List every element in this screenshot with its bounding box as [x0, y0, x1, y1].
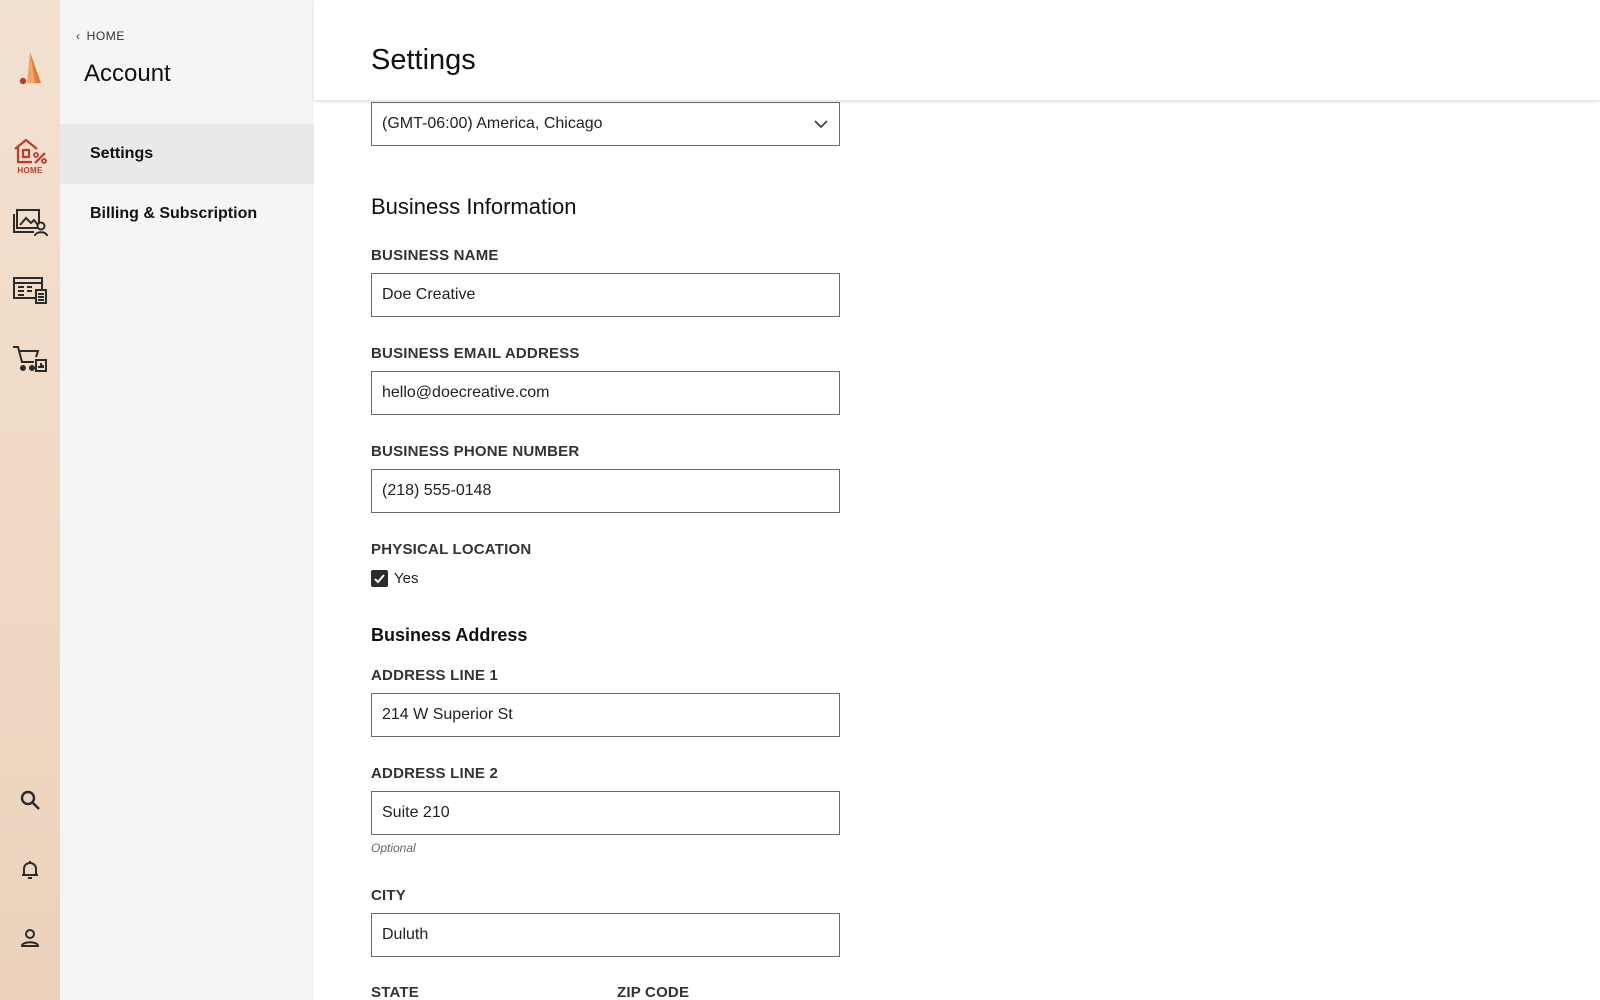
city-label: CITY: [371, 887, 406, 904]
city-input[interactable]: [371, 913, 840, 957]
icon-rail: HOME: [0, 0, 60, 1000]
address-line1-input[interactable]: [371, 693, 840, 737]
business-phone-input[interactable]: [371, 469, 840, 513]
chevron-left-icon: ‹: [76, 29, 81, 43]
search-icon: [19, 789, 41, 811]
physical-location-option-label: Yes: [394, 570, 419, 587]
home-nav-button[interactable]: HOME: [0, 134, 60, 178]
search-nav-button[interactable]: [0, 786, 60, 814]
address-line2-label: ADDRESS LINE 2: [371, 765, 498, 782]
home-icon: [12, 137, 48, 165]
home-rail-label: HOME: [17, 166, 43, 175]
back-home-label: HOME: [86, 29, 126, 43]
chevron-down-icon: [813, 116, 829, 137]
zip-code-label: ZIP CODE: [617, 984, 690, 1000]
invoice-icon: [12, 275, 48, 305]
page-title: Settings: [371, 44, 476, 76]
invoice-nav-button[interactable]: [0, 272, 60, 308]
sidebar-item-settings[interactable]: Settings: [60, 124, 314, 184]
gallery-nav-button[interactable]: [0, 204, 60, 240]
timezone-value: (GMT-06:00) America, Chicago: [382, 115, 603, 132]
checkmark-icon: [371, 570, 388, 587]
business-name-label: BUSINESS NAME: [371, 247, 499, 264]
sidebar-title: Account: [84, 60, 171, 87]
address-line2-input[interactable]: [371, 791, 840, 835]
business-information-heading: Business Information: [371, 194, 577, 219]
address-line2-hint: Optional: [371, 841, 416, 855]
business-name-input[interactable]: [371, 273, 840, 317]
back-home-link[interactable]: ‹ HOME: [76, 29, 125, 43]
business-phone-label: BUSINESS PHONE NUMBER: [371, 443, 580, 460]
sidebar-item-label: Billing & Subscription: [90, 205, 258, 222]
notifications-nav-button[interactable]: [0, 856, 60, 884]
account-sidebar: ‹ HOME Account Settings Billing & Subscr…: [60, 0, 314, 1000]
business-email-input[interactable]: [371, 371, 840, 415]
sidebar-item-label: Settings: [90, 145, 154, 162]
logo-icon[interactable]: [0, 44, 60, 94]
user-icon: [19, 927, 41, 949]
page-header: Settings: [314, 0, 1600, 100]
sidebar-item-billing[interactable]: Billing & Subscription: [60, 184, 314, 244]
cart-chart-icon: [12, 343, 48, 373]
store-nav-button[interactable]: [0, 340, 60, 376]
gallery-user-icon: [12, 207, 48, 237]
bell-icon: [19, 859, 41, 881]
address-line1-label: ADDRESS LINE 1: [371, 667, 498, 684]
business-address-heading: Business Address: [371, 625, 528, 645]
physical-location-label: PHYSICAL LOCATION: [371, 541, 532, 558]
physical-location-checkbox[interactable]: Yes: [371, 570, 418, 587]
state-label: STATE: [371, 984, 419, 1000]
profile-nav-button[interactable]: [0, 924, 60, 952]
timezone-select[interactable]: (GMT-06:00) America, Chicago: [371, 102, 840, 146]
business-email-label: BUSINESS EMAIL ADDRESS: [371, 345, 580, 362]
